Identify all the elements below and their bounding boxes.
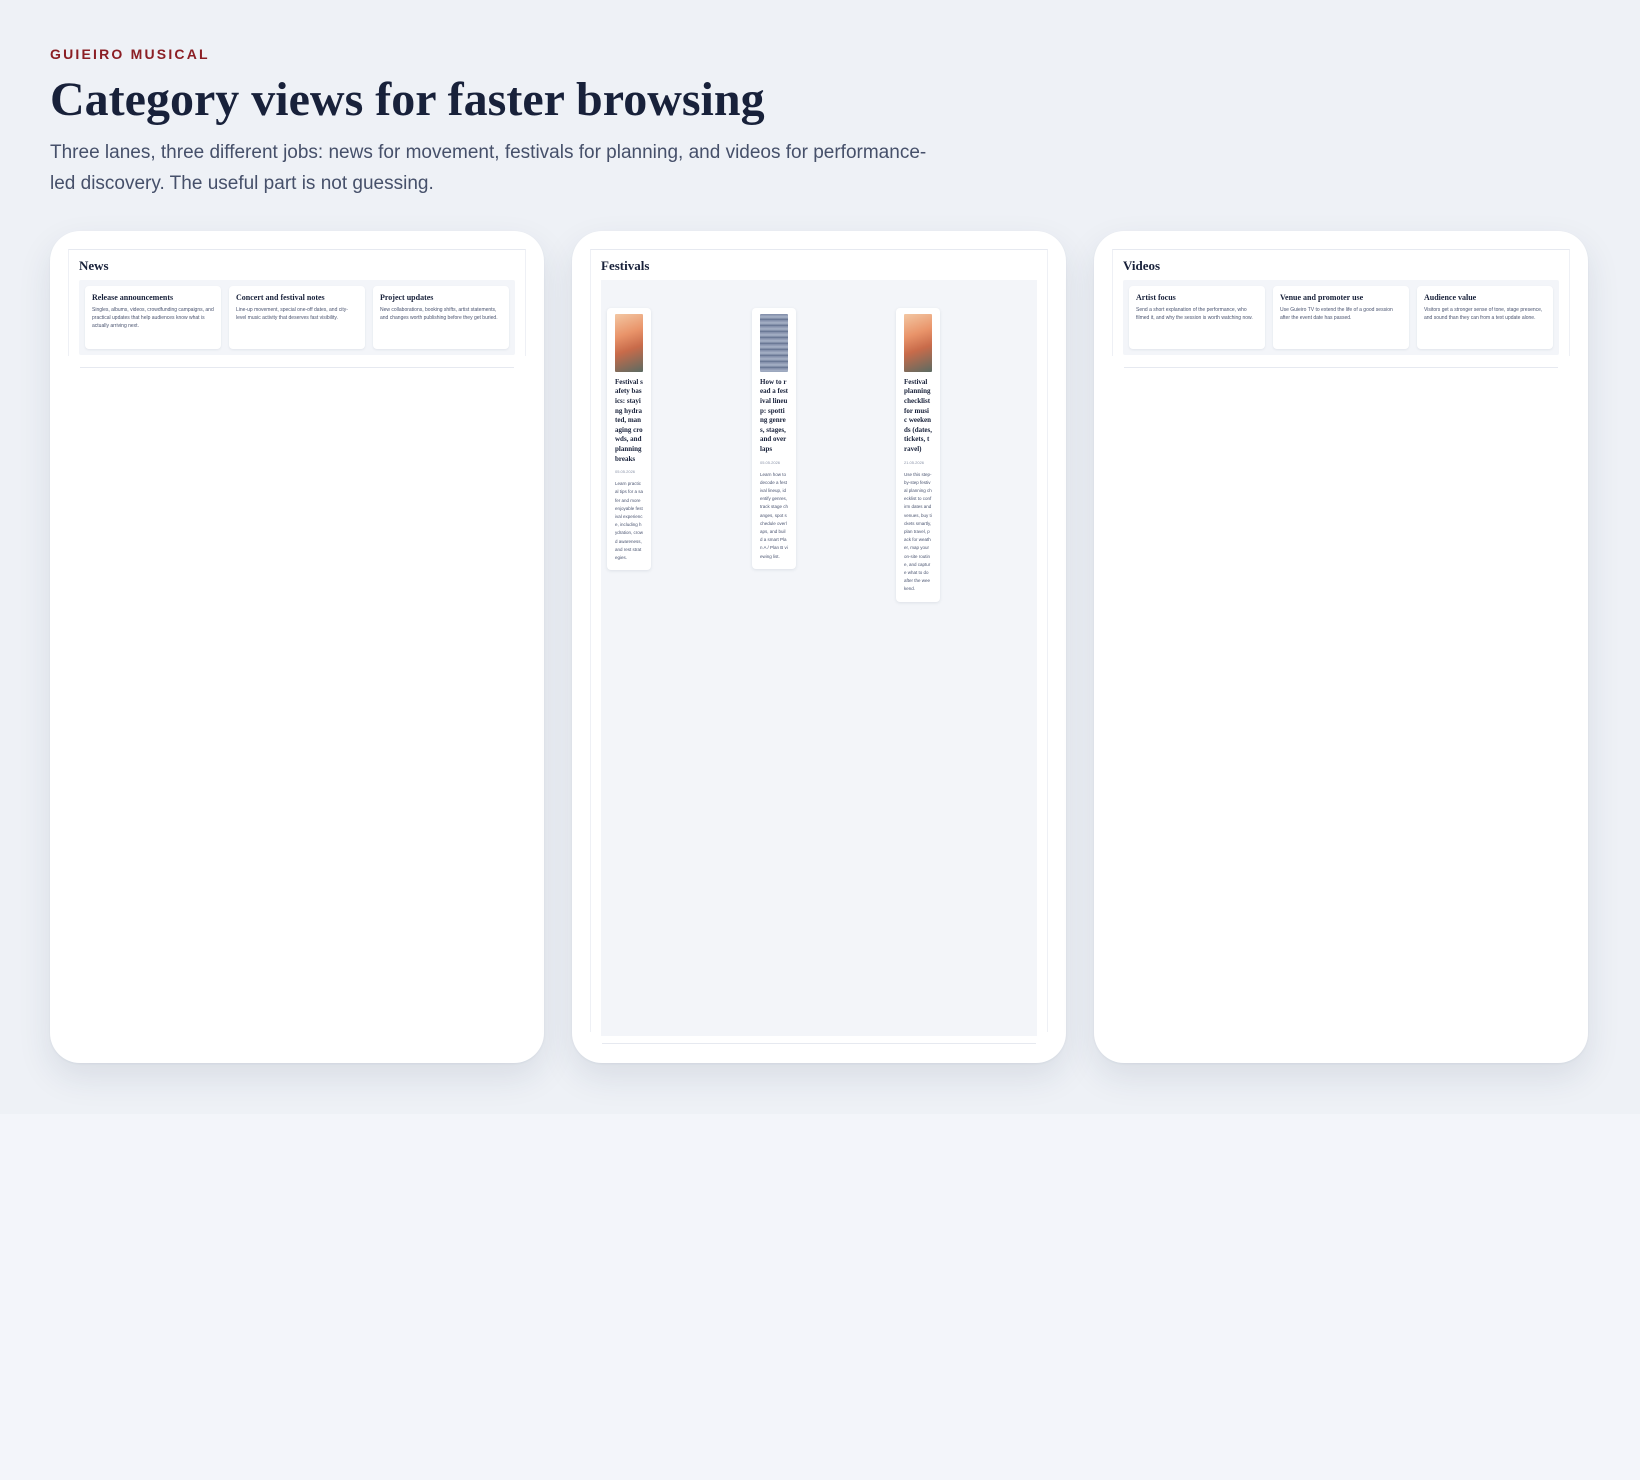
page-subtitle: Three lanes, three different jobs: news …	[50, 141, 927, 194]
news-card[interactable]: Concert and festival notes Line-up movem…	[229, 285, 365, 349]
news-card[interactable]: Release announcements Singles, albums, v…	[85, 285, 221, 349]
video-card[interactable]: Audience value Visitors get a stronger s…	[1417, 285, 1553, 349]
card-title: Artist focus	[1136, 292, 1176, 302]
brand-eyebrow: GUIEIRO MUSICAL	[50, 46, 210, 62]
card-text: Send a short explanation of the performa…	[1136, 306, 1253, 321]
festival-card[interactable]: Festival safety basics: staying hydrated…	[607, 307, 651, 571]
category-lanes: News Release announcements Singles, albu…	[50, 230, 1590, 1065]
festival-crowd-image	[904, 313, 932, 372]
video-card-list: Artist focus Send a short explanation of…	[1123, 279, 1559, 355]
festivals-frame: Festivals Festival safety basics: stayin…	[590, 248, 1048, 1036]
lane-title-videos: Videos	[1123, 257, 1161, 273]
news-frame: News Release announcements Singles, albu…	[68, 248, 526, 356]
hero-section: GUIEIRO MUSICAL Category views for faste…	[0, 0, 1640, 1114]
card-text: Line-up movement, special one-off dates,…	[236, 306, 348, 321]
card-title: Release announcements	[92, 292, 174, 302]
festival-card[interactable]: Festival planning checklist for music we…	[896, 307, 940, 602]
card-text: Visitors get a stronger sense of tone, s…	[1424, 306, 1543, 321]
card-title: Project updates	[380, 292, 434, 302]
card-text: Singles, albums, videos, crowdfunding ca…	[92, 306, 214, 329]
festival-card-title[interactable]: How to read a festival lineup: spotting …	[760, 378, 788, 455]
video-card[interactable]: Artist focus Send a short explanation of…	[1129, 285, 1265, 349]
divider	[1124, 366, 1558, 368]
card-title: Audience value	[1424, 292, 1477, 302]
festival-card-title[interactable]: Festival planning checklist for music we…	[904, 378, 932, 455]
card-title: Concert and festival notes	[236, 292, 325, 302]
lane-title-news: News	[79, 257, 109, 273]
festival-card-text: Learn how to decode a festival lineup, i…	[760, 471, 789, 559]
page-title: Category views for faster browsing	[50, 73, 765, 126]
divider	[80, 366, 514, 368]
festival-card-date: 21.05.2026	[904, 459, 925, 465]
festival-card-list: Festival safety basics: staying hydrated…	[601, 279, 1037, 1036]
lane-videos: Videos Artist focus Send a short explana…	[1094, 230, 1588, 1063]
festival-card-text: Use this step-by-step festival planning …	[904, 471, 932, 592]
videos-frame: Videos Artist focus Send a short explana…	[1112, 248, 1570, 356]
card-text: New collaborations, booking shifts, arti…	[380, 306, 498, 321]
lane-festivals: Festivals Festival safety basics: stayin…	[572, 230, 1066, 1063]
news-card[interactable]: Project updates New collaborations, book…	[373, 285, 509, 349]
festival-lineup-image	[760, 313, 788, 372]
lane-title-festivals: Festivals	[601, 257, 650, 273]
lane-news: News Release announcements Singles, albu…	[50, 230, 544, 1063]
festival-card-text: Learn practical tips for a safer and mor…	[615, 481, 644, 560]
festival-card-date: 05.05.2026	[760, 459, 781, 465]
divider	[602, 1042, 1036, 1044]
video-card[interactable]: Venue and promoter use Use Guieiro TV to…	[1273, 285, 1409, 349]
festival-card-date: 05.05.2026	[615, 469, 636, 475]
card-title: Venue and promoter use	[1280, 292, 1364, 302]
festival-card[interactable]: How to read a festival lineup: spotting …	[752, 307, 796, 569]
festival-card-title[interactable]: Festival safety basics: staying hydrated…	[615, 378, 643, 464]
festival-crowd-image	[615, 313, 643, 372]
card-text: Use Guieiro TV to extend the life of a g…	[1280, 306, 1393, 321]
news-card-list: Release announcements Singles, albums, v…	[79, 279, 515, 355]
